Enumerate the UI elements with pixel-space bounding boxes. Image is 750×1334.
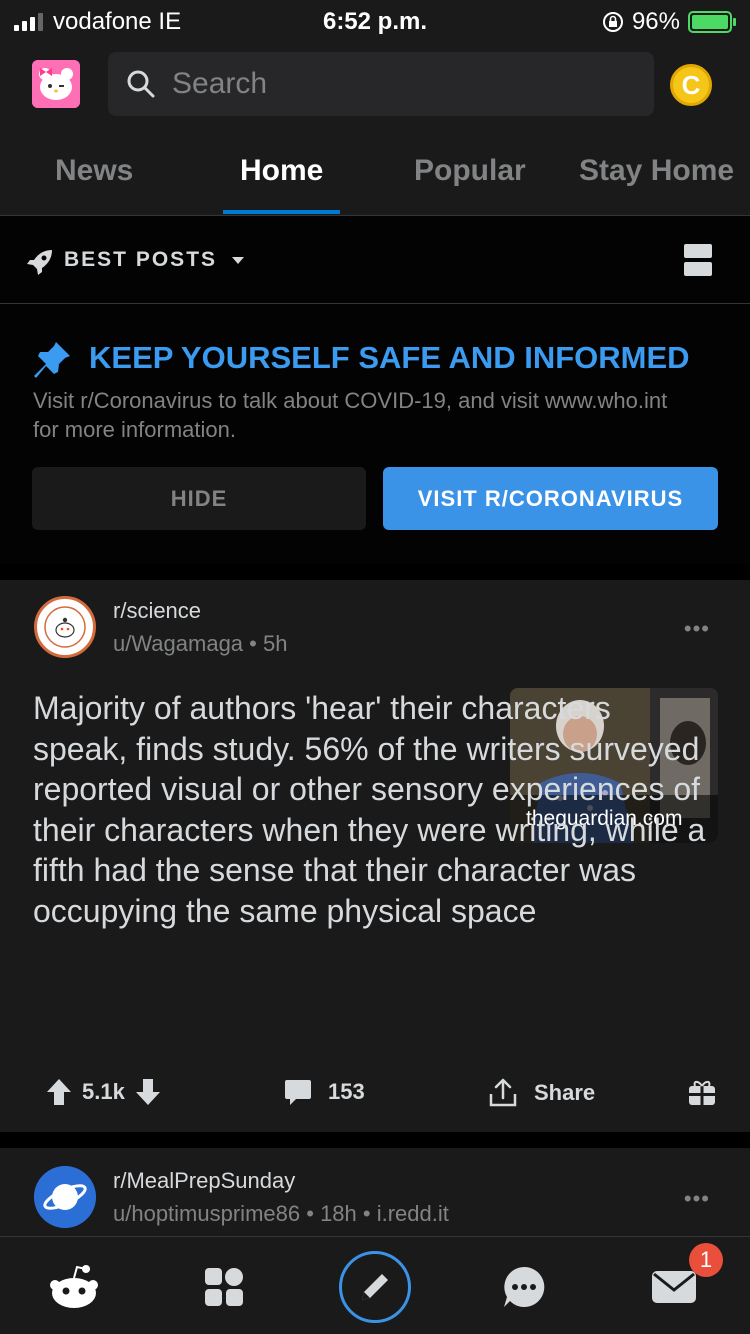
search-placeholder: Search [172, 67, 268, 100]
active-tab-indicator [223, 210, 340, 214]
comment-icon [285, 1080, 311, 1105]
post-card[interactable]: r/MealPrepSunday u/hoptimusprime86 • 18h… [0, 1148, 750, 1236]
post-title[interactable]: Majority of authors 'hear' their charact… [33, 688, 713, 931]
post-age: 5h [263, 631, 288, 656]
battery-percent: 96% [631, 8, 680, 35]
search-bar[interactable]: Search [108, 52, 654, 116]
user-avatar[interactable] [32, 60, 80, 108]
view-mode-icon[interactable] [684, 244, 712, 276]
subreddit-name[interactable]: r/MealPrepSunday [113, 1168, 295, 1194]
nav-chat[interactable] [492, 1255, 556, 1319]
more-options-icon[interactable]: ••• [684, 616, 710, 642]
post-actions: 5.1k 153 Share [0, 1070, 750, 1114]
subreddit-avatar[interactable] [34, 596, 96, 658]
reddit-snoo-icon [50, 1265, 98, 1308]
downvote-icon[interactable] [135, 1078, 161, 1106]
grid-icon [205, 1268, 243, 1306]
gift-icon [689, 1080, 715, 1105]
sort-bar: BEST POSTS [0, 216, 750, 304]
caret-down-icon [231, 257, 244, 264]
post-meta: u/hoptimusprime86 • 18h • i.redd.it [113, 1201, 449, 1227]
post-author[interactable]: u/hoptimusprime86 [113, 1201, 300, 1226]
tab-stay-home[interactable]: Stay Home [579, 154, 734, 188]
award-button[interactable] [688, 1078, 716, 1106]
create-post-button[interactable] [339, 1251, 411, 1323]
share-icon [489, 1078, 517, 1107]
post-title-text: Majority of authors 'hear' their charact… [33, 690, 706, 929]
feed-tabs: News Home Popular Stay Home [0, 128, 750, 216]
chat-icon [504, 1266, 545, 1307]
post-author[interactable]: u/Wagamaga [113, 631, 243, 656]
coin-icon[interactable]: C [670, 64, 712, 106]
tab-news[interactable]: News [55, 154, 133, 188]
tab-popular[interactable]: Popular [414, 154, 526, 188]
more-options-icon[interactable]: ••• [684, 1186, 710, 1212]
share-label: Share [534, 1080, 596, 1105]
comment-count: 153 [328, 1079, 365, 1104]
announcement-card: KEEP YOURSELF SAFE AND INFORMED Visit r/… [0, 304, 750, 564]
status-bar: vodafone IE 6:52 p.m. 96% [0, 0, 750, 42]
hide-button[interactable]: HIDE [32, 467, 366, 530]
tab-home[interactable]: Home [240, 154, 323, 188]
rocket-icon [27, 250, 52, 275]
upvote-icon[interactable] [46, 1078, 72, 1106]
inbox-badge: 1 [689, 1243, 723, 1277]
nav-home[interactable] [42, 1255, 106, 1319]
app-header: Search C [0, 42, 750, 128]
mail-icon [652, 1271, 696, 1303]
post-age: 18h [320, 1201, 357, 1226]
visit-coronavirus-button[interactable]: VISIT R/CORONAVIRUS [383, 467, 718, 530]
vote-count: 5.1k [82, 1079, 125, 1104]
share-button[interactable]: Share [488, 1078, 595, 1108]
search-icon [127, 70, 155, 98]
bottom-nav: 1 [0, 1236, 750, 1334]
sort-dropdown[interactable]: BEST POSTS [64, 248, 245, 272]
meta-separator: • [362, 1201, 377, 1226]
post-card[interactable]: r/science u/Wagamaga • 5h ••• theguardia… [0, 580, 750, 1132]
subreddit-name[interactable]: r/science [113, 598, 201, 624]
announcement-description: Visit r/Coronavirus to talk about COVID-… [33, 388, 668, 442]
sort-label: BEST POSTS [64, 248, 218, 271]
meta-separator: • [249, 631, 263, 656]
subreddit-avatar[interactable] [34, 1166, 96, 1228]
announcement-title: KEEP YOURSELF SAFE AND INFORMED [89, 340, 690, 375]
pencil-icon [362, 1274, 388, 1300]
pin-icon [34, 342, 70, 378]
link-domain[interactable]: i.redd.it [377, 1201, 449, 1226]
meta-separator: • [306, 1201, 321, 1226]
rotation-lock-icon [602, 12, 623, 32]
vote-controls: 5.1k [46, 1078, 161, 1106]
post-meta: u/Wagamaga • 5h [113, 631, 287, 657]
comments-button[interactable]: 153 [284, 1078, 365, 1106]
nav-communities[interactable] [192, 1255, 256, 1319]
battery-icon [688, 11, 736, 33]
